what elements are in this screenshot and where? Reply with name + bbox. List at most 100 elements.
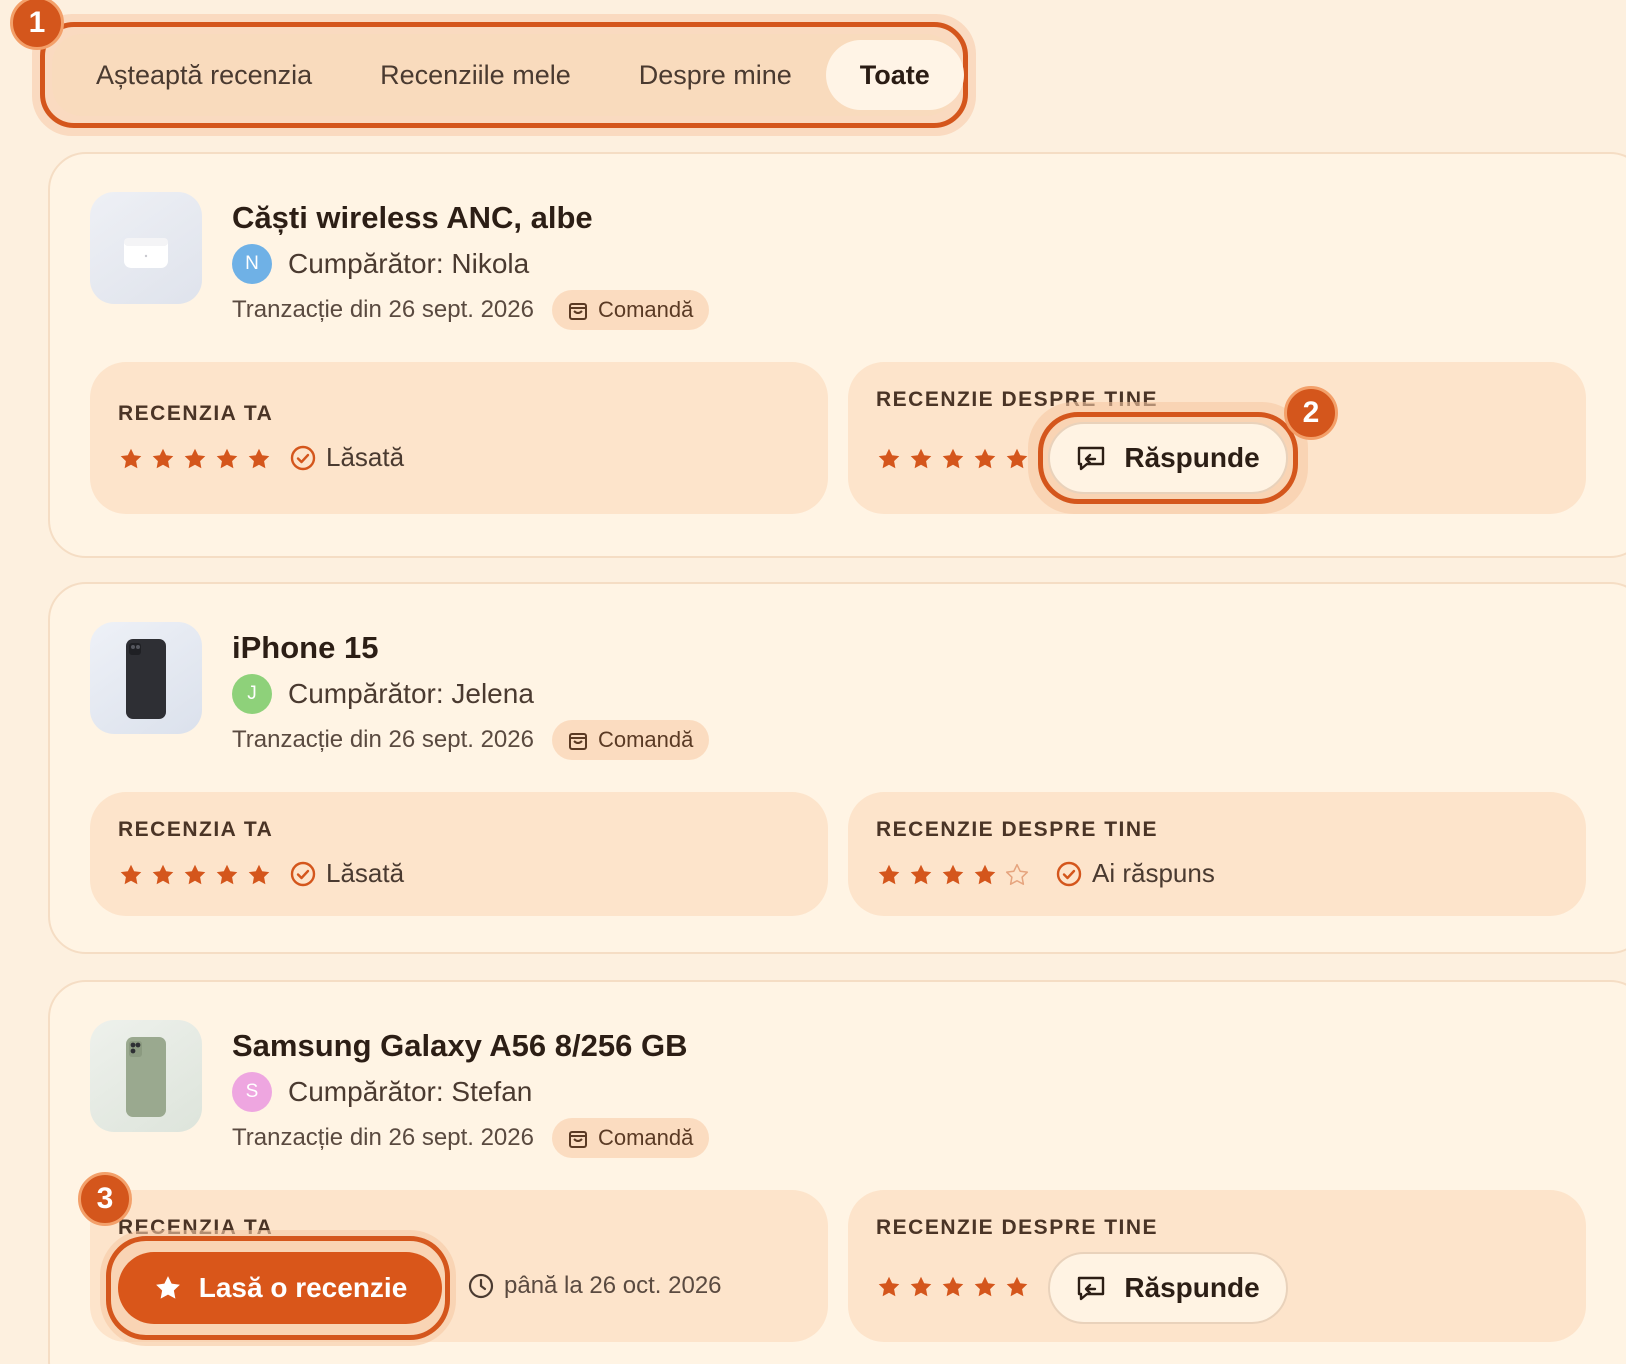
star-filled-icon (248, 864, 270, 885)
review-card: Samsung Galaxy A56 8/256 GB S Cumpărător… (48, 980, 1626, 1364)
reply-button-label: Răspunde (1124, 442, 1260, 473)
star-filled-icon (216, 864, 238, 885)
your-review-panel: RECENZIA TA Lăsată (90, 362, 828, 514)
about-you-label: RECENZIE DESPRE TINE (876, 1216, 1159, 1239)
avatar: N (232, 244, 272, 284)
buyer-name: Cumpărător: Jelena (288, 678, 534, 709)
your-review-label: RECENZIA TA (118, 402, 274, 425)
product-thumbnail (90, 622, 202, 734)
star-filled-icon (878, 1276, 900, 1297)
star-filled-icon (248, 448, 270, 469)
star-filled-icon (910, 448, 932, 469)
reply-message-icon (1078, 1276, 1105, 1301)
about-you-panel: RECENZIE DESPRE TINE Răspunde (848, 362, 1586, 514)
review-tabs: Așteaptă recenzia Recenziile mele Despre… (52, 34, 964, 116)
buyer-info: J Cumpărător: Jelena (232, 674, 534, 714)
review-deadline: până la 26 oct. 2026 (468, 1272, 722, 1300)
check-circle-icon (1056, 861, 1082, 886)
product-thumbnail (90, 1020, 202, 1132)
review-status: Lăsată (290, 858, 404, 889)
order-badge[interactable]: Comandă (551, 720, 710, 760)
review-status: Lăsată (290, 442, 404, 473)
check-circle-icon (290, 445, 316, 470)
star-rating (118, 446, 278, 472)
star-icon (155, 1276, 180, 1299)
product-thumbnail (90, 192, 202, 304)
reply-button[interactable]: Răspunde (1048, 1252, 1288, 1324)
shopping-bag-icon (568, 1131, 587, 1148)
order-badge-label: Comandă (597, 297, 694, 322)
star-filled-icon (974, 1276, 996, 1297)
star-filled-icon (878, 448, 900, 469)
leave-review-button[interactable]: Lasă o recenzie (118, 1252, 442, 1324)
buyer-info: N Cumpărător: Nikola (232, 244, 529, 284)
reply-status-text: Ai răspuns (1092, 858, 1215, 888)
star-rating (876, 862, 1036, 888)
review-deadline-text: până la 26 oct. 2026 (504, 1272, 722, 1299)
transaction-date: Tranzacție din 26 sept. 2026 (232, 296, 534, 323)
order-badge-label: Comandă (597, 727, 694, 752)
about-you-panel: RECENZIE DESPRE TINE Ai răspuns (848, 792, 1586, 916)
star-filled-icon (184, 864, 206, 885)
transaction-row: Tranzacție din 26 sept. 2026 Comandă (232, 290, 710, 330)
review-card: Căști wireless ANC, albe N Cumpărător: N… (48, 152, 1626, 558)
star-rating (876, 446, 1036, 472)
product-title[interactable]: iPhone 15 (232, 630, 378, 666)
shopping-bag-icon (568, 733, 587, 750)
reply-button[interactable]: Răspunde (1048, 422, 1288, 494)
product-title[interactable]: Samsung Galaxy A56 8/256 GB (232, 1028, 687, 1064)
your-review-panel: RECENZIA TA Lăsată (90, 792, 828, 916)
transaction-date: Tranzacție din 26 sept. 2026 (232, 1124, 534, 1151)
your-review-panel: RECENZIA TA Lasă o recenzie până la 26 o… (90, 1190, 828, 1346)
star-filled-icon (152, 864, 174, 885)
star-filled-icon (974, 448, 996, 469)
step-marker-2: 2 (1284, 386, 1338, 440)
star-filled-icon (152, 448, 174, 469)
star-empty-icon (1005, 863, 1029, 885)
reply-button-label: Răspunde (1124, 1272, 1260, 1303)
star-filled-icon (878, 864, 900, 885)
star-filled-icon (942, 864, 964, 885)
about-you-panel: RECENZIE DESPRE TINE Răspunde (848, 1190, 1586, 1342)
review-status-text: Lăsată (326, 442, 405, 472)
transaction-date: Tranzacție din 26 sept. 2026 (232, 726, 534, 753)
leave-review-label: Lasă o recenzie (198, 1272, 408, 1303)
star-filled-icon (974, 864, 996, 885)
reply-message-icon (1078, 446, 1105, 471)
buyer-name: Cumpărător: Nikola (288, 248, 530, 279)
star-filled-icon (120, 448, 142, 469)
star-filled-icon (184, 448, 206, 469)
product-title[interactable]: Căști wireless ANC, albe (232, 200, 593, 236)
star-filled-icon (216, 448, 238, 469)
reply-status: Ai răspuns (1056, 858, 1215, 889)
clock-icon (468, 1273, 494, 1299)
check-circle-icon (290, 861, 316, 886)
star-filled-icon (942, 448, 964, 469)
buyer-name: Cumpărător: Stefan (288, 1076, 533, 1107)
your-review-label: RECENZIA TA (118, 818, 274, 841)
order-badge[interactable]: Comandă (551, 1118, 710, 1158)
order-badge[interactable]: Comandă (551, 290, 710, 330)
shopping-bag-icon (568, 303, 587, 320)
star-filled-icon (120, 864, 142, 885)
tab-all[interactable]: Toate (825, 40, 964, 110)
reviews-page: Așteaptă recenzia Recenziile mele Despre… (0, 0, 1626, 1364)
about-you-label: RECENZIE DESPRE TINE (876, 818, 1159, 841)
star-filled-icon (942, 1276, 964, 1297)
order-badge-label: Comandă (597, 1125, 694, 1150)
review-status-text: Lăsată (326, 858, 405, 888)
star-filled-icon (910, 1276, 932, 1297)
transaction-row: Tranzacție din 26 sept. 2026 Comandă (232, 1118, 710, 1158)
star-filled-icon (1006, 1276, 1028, 1297)
tab-about-me[interactable]: Despre mine (605, 40, 826, 110)
avatar: S (232, 1072, 272, 1112)
avatar: J (232, 674, 272, 714)
star-rating (118, 862, 278, 888)
star-filled-icon (910, 864, 932, 885)
buyer-info: S Cumpărător: Stefan (232, 1072, 532, 1112)
tab-awaiting-review[interactable]: Așteaptă recenzia (62, 40, 346, 110)
tab-my-reviews[interactable]: Recenziile mele (346, 40, 605, 110)
star-filled-icon (1006, 448, 1028, 469)
tabs-highlight: Așteaptă recenzia Recenziile mele Despre… (32, 14, 976, 136)
step-marker-3: 3 (78, 1172, 132, 1226)
